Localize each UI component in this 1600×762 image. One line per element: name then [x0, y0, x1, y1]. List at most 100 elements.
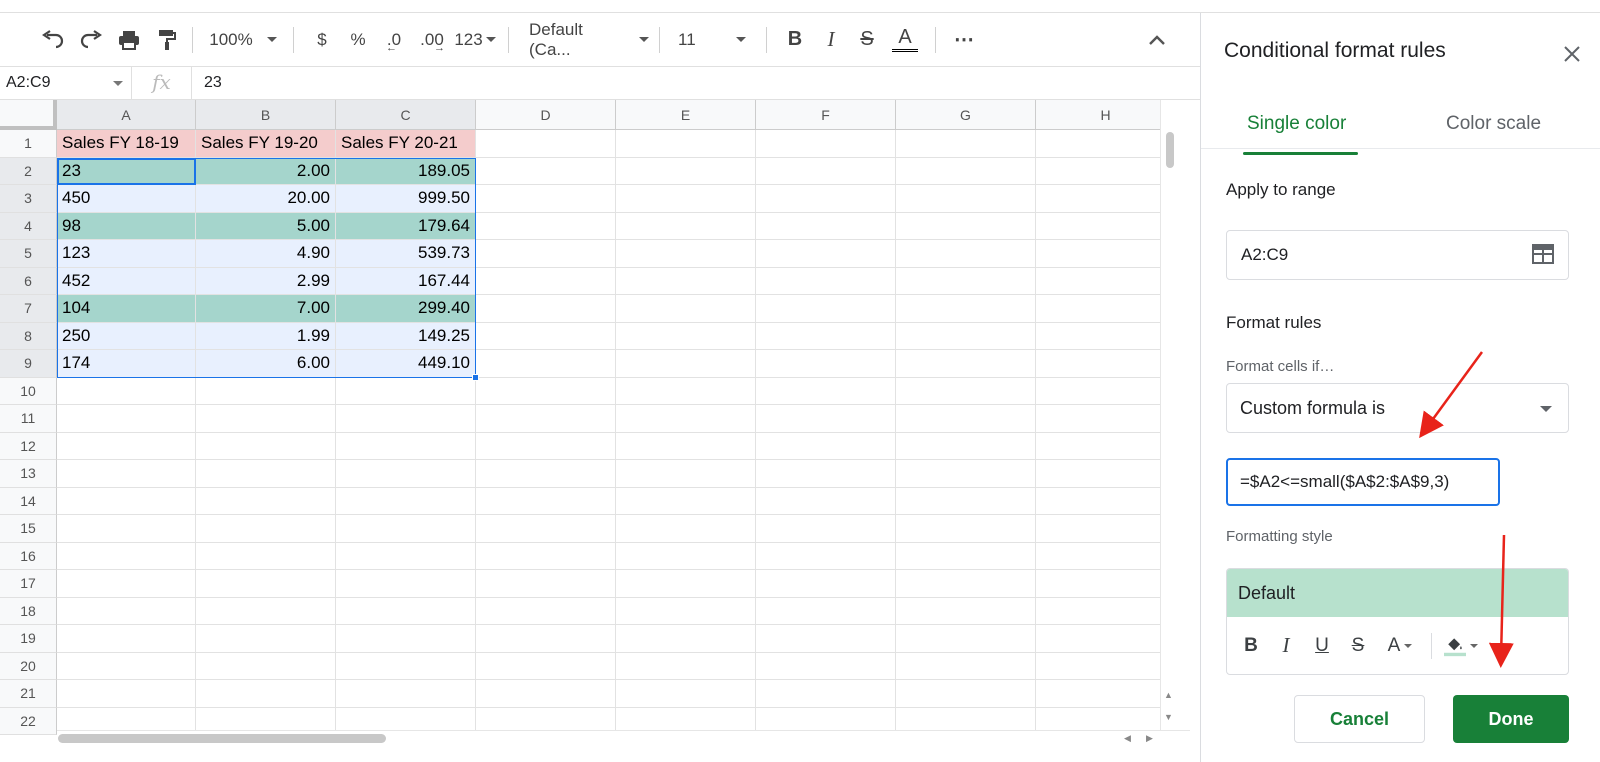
- cell-e7[interactable]: [616, 295, 756, 323]
- cell-h17[interactable]: [1036, 570, 1176, 598]
- cell-h4[interactable]: [1036, 212, 1176, 240]
- cell-g14[interactable]: [896, 487, 1036, 515]
- cell-g3[interactable]: [896, 185, 1036, 213]
- cell-a20[interactable]: [57, 652, 196, 680]
- cell-a14[interactable]: [57, 487, 196, 515]
- style-fill-color-button[interactable]: [1444, 631, 1478, 661]
- cell-d5[interactable]: [476, 240, 616, 268]
- font-family-select[interactable]: Default (Ca...: [519, 20, 649, 59]
- zoom-select[interactable]: 100%: [203, 24, 283, 56]
- cancel-button[interactable]: Cancel: [1294, 695, 1425, 743]
- cell-f11[interactable]: [756, 405, 896, 433]
- cell-c19[interactable]: [336, 625, 476, 653]
- cell-b18[interactable]: [196, 597, 336, 625]
- cell-c20[interactable]: [336, 652, 476, 680]
- row-header-16[interactable]: 16: [0, 542, 57, 570]
- cell-f16[interactable]: [756, 542, 896, 570]
- cell-f13[interactable]: [756, 460, 896, 488]
- cell-g9[interactable]: [896, 350, 1036, 378]
- cell-g1[interactable]: [896, 130, 1036, 158]
- cell-g5[interactable]: [896, 240, 1036, 268]
- cell-c8[interactable]: 149.25: [336, 322, 476, 350]
- cell-f18[interactable]: [756, 597, 896, 625]
- cell-d4[interactable]: [476, 212, 616, 240]
- cell-e4[interactable]: [616, 212, 756, 240]
- cell-b2[interactable]: 2.00: [196, 157, 336, 185]
- cell-h21[interactable]: [1036, 680, 1176, 708]
- cell-d14[interactable]: [476, 487, 616, 515]
- cell-b12[interactable]: [196, 432, 336, 460]
- select-range-grid-icon[interactable]: [1532, 244, 1554, 264]
- cell-a5[interactable]: 123: [57, 240, 196, 268]
- tab-color-scale[interactable]: Color scale: [1446, 113, 1541, 135]
- paint-format-icon[interactable]: [152, 24, 182, 56]
- cell-g20[interactable]: [896, 652, 1036, 680]
- cell-c18[interactable]: [336, 597, 476, 625]
- scroll-down-arrow-icon[interactable]: ▼: [1164, 712, 1173, 722]
- cell-e8[interactable]: [616, 322, 756, 350]
- cell-g12[interactable]: [896, 432, 1036, 460]
- row-header-11[interactable]: 11: [0, 405, 57, 433]
- cell-g17[interactable]: [896, 570, 1036, 598]
- cell-g2[interactable]: [896, 157, 1036, 185]
- cell-g15[interactable]: [896, 515, 1036, 543]
- cell-a3[interactable]: 450: [57, 185, 196, 213]
- cell-b6[interactable]: 2.99: [196, 267, 336, 295]
- cell-e1[interactable]: [616, 130, 756, 158]
- cell-h18[interactable]: [1036, 597, 1176, 625]
- cell-a1[interactable]: Sales FY 18-19: [57, 130, 196, 158]
- cell-b13[interactable]: [196, 460, 336, 488]
- cell-f8[interactable]: [756, 322, 896, 350]
- collapse-toolbar-button[interactable]: [1140, 24, 1174, 56]
- style-strikethrough-button[interactable]: S: [1347, 631, 1369, 661]
- column-header-e[interactable]: E: [616, 100, 756, 130]
- cell-h5[interactable]: [1036, 240, 1176, 268]
- more-options-button[interactable]: ⋯: [946, 24, 982, 56]
- cell-d16[interactable]: [476, 542, 616, 570]
- cell-c7[interactable]: 299.40: [336, 295, 476, 323]
- column-header-c[interactable]: C: [336, 100, 476, 130]
- cell-c21[interactable]: [336, 680, 476, 708]
- cell-h1[interactable]: [1036, 130, 1176, 158]
- cell-d13[interactable]: [476, 460, 616, 488]
- row-header-17[interactable]: 17: [0, 570, 57, 598]
- percent-format-button[interactable]: %: [340, 24, 376, 56]
- undo-icon[interactable]: [38, 24, 68, 56]
- cell-e20[interactable]: [616, 652, 756, 680]
- text-color-button[interactable]: A: [885, 24, 925, 56]
- cell-f15[interactable]: [756, 515, 896, 543]
- row-header-2[interactable]: 2: [0, 157, 57, 185]
- cell-a18[interactable]: [57, 597, 196, 625]
- column-header-b[interactable]: B: [196, 100, 336, 130]
- cell-c12[interactable]: [336, 432, 476, 460]
- cell-g13[interactable]: [896, 460, 1036, 488]
- cell-f10[interactable]: [756, 377, 896, 405]
- formula-input[interactable]: 23: [192, 74, 222, 92]
- cell-e3[interactable]: [616, 185, 756, 213]
- cell-f14[interactable]: [756, 487, 896, 515]
- cell-f3[interactable]: [756, 185, 896, 213]
- cell-a10[interactable]: [57, 377, 196, 405]
- cell-b16[interactable]: [196, 542, 336, 570]
- increase-decimal-button[interactable]: .00 →: [412, 24, 452, 56]
- cell-b10[interactable]: [196, 377, 336, 405]
- row-header-5[interactable]: 5: [0, 240, 57, 268]
- cell-d18[interactable]: [476, 597, 616, 625]
- cell-d15[interactable]: [476, 515, 616, 543]
- vertical-scroll-thumb[interactable]: [1166, 132, 1174, 168]
- cell-d3[interactable]: [476, 185, 616, 213]
- cell-e10[interactable]: [616, 377, 756, 405]
- currency-format-button[interactable]: $: [304, 24, 340, 56]
- cell-d19[interactable]: [476, 625, 616, 653]
- cell-e9[interactable]: [616, 350, 756, 378]
- row-header-1[interactable]: 1: [0, 130, 57, 158]
- row-header-4[interactable]: 4: [0, 212, 57, 240]
- scroll-left-arrow-icon[interactable]: ◀: [1124, 733, 1131, 744]
- cell-f17[interactable]: [756, 570, 896, 598]
- row-header-18[interactable]: 18: [0, 597, 57, 625]
- cell-a21[interactable]: [57, 680, 196, 708]
- style-preview[interactable]: Default: [1227, 569, 1568, 617]
- cell-b21[interactable]: [196, 680, 336, 708]
- cell-h16[interactable]: [1036, 542, 1176, 570]
- cell-f21[interactable]: [756, 680, 896, 708]
